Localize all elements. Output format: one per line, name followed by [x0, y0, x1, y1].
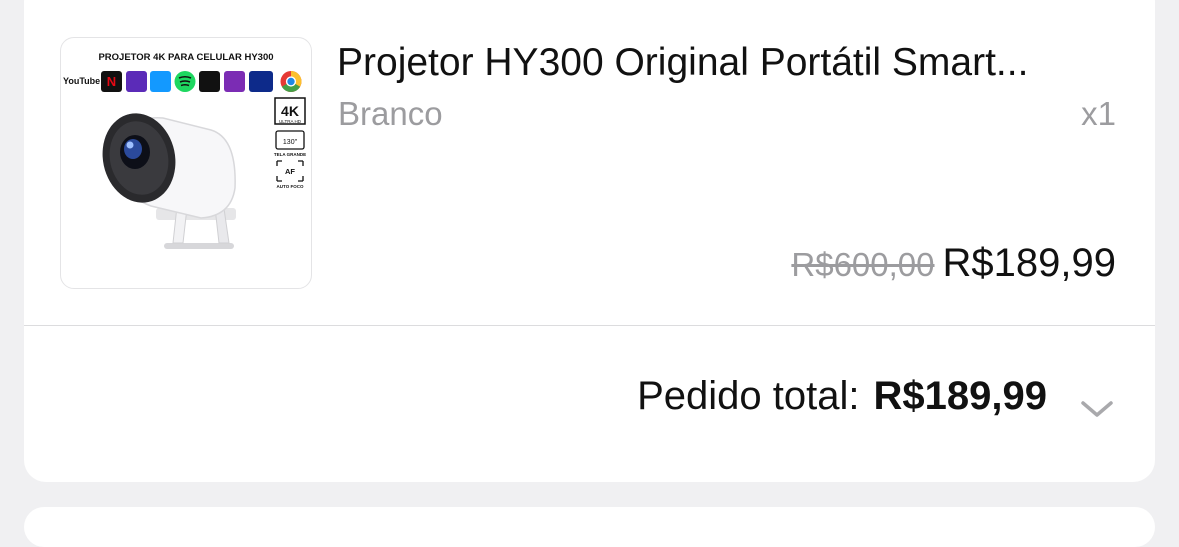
projector-image: PROJETOR 4K PARA CELULAR HY300 YouTube N [63, 52, 306, 249]
disney-plus-icon [249, 71, 273, 92]
app-label-youtube: YouTube [63, 76, 100, 86]
order-total-row[interactable]: Pedido total: R$189,99 [637, 374, 1115, 419]
apple-tv-icon [199, 71, 220, 92]
hbo-max-icon [126, 71, 147, 92]
product-title[interactable]: Projetor HY300 Original Portátil Smart..… [337, 40, 1127, 86]
feature-badges: 4K ULTRA HD 130" TELA GRANDE AF AUTO FOC… [274, 97, 306, 189]
price-row: R$600,00 R$189,99 [791, 241, 1116, 286]
star-plus-icon [224, 71, 245, 92]
product-variant: Branco [338, 95, 443, 132]
app-icons: YouTube N [63, 71, 302, 92]
order-total-value: R$189,99 [873, 374, 1047, 418]
order-total-label: Pedido total: [637, 374, 860, 418]
svg-text:N: N [107, 74, 116, 89]
badge-ultra-hd: ULTRA HD [279, 119, 302, 124]
thumbnail-heading: PROJETOR 4K PARA CELULAR HY300 [98, 52, 273, 63]
product-thumbnail[interactable]: PROJETOR 4K PARA CELULAR HY300 YouTube N [60, 37, 312, 289]
prime-video-icon [150, 71, 171, 92]
badge-tela-grande: TELA GRANDE [274, 152, 306, 157]
badge-4k: 4K [281, 103, 299, 119]
next-card [24, 507, 1155, 547]
current-price: R$189,99 [942, 241, 1116, 285]
chevron-down-icon[interactable] [1079, 385, 1115, 417]
projector-body [102, 113, 236, 249]
badge-af: AF [285, 167, 295, 176]
divider [24, 325, 1155, 326]
badge-130: 130" [283, 139, 298, 146]
product-quantity: x1 [1081, 95, 1116, 132]
badge-auto-foco: AUTO FOCO [277, 184, 304, 189]
original-price: R$600,00 [791, 246, 935, 283]
